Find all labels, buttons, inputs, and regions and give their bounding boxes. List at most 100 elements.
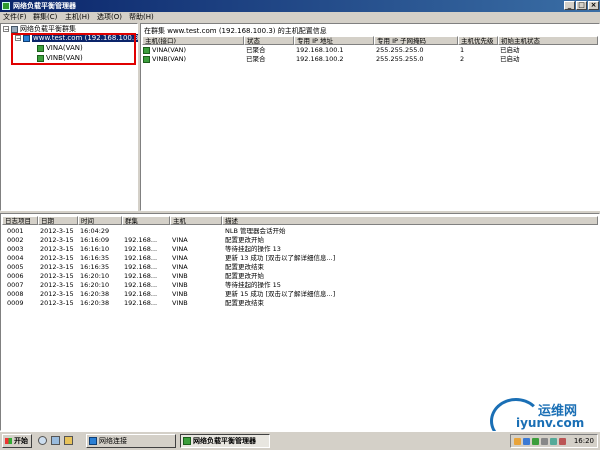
col-host-interface[interactable]: 主机(接口)	[142, 36, 244, 45]
status-cell: 已聚合	[246, 46, 266, 54]
log-date-cell: 2012-3-15	[40, 245, 74, 253]
log-time-cell: 16:20:10	[80, 272, 110, 280]
log-description-cell: 等待挂起的操作 13	[225, 245, 281, 253]
log-cluster-cell: 192.168...	[124, 272, 158, 280]
log-date-cell: 2012-3-15	[40, 281, 74, 289]
col-date[interactable]: 日期	[38, 216, 78, 225]
start-button[interactable]: 开始	[2, 434, 32, 448]
log-entry-cell: 0004	[7, 254, 24, 262]
maximize-button[interactable]: □	[576, 1, 587, 10]
log-host-cell: VINB	[172, 290, 188, 298]
host-config-pane[interactable]: 在群集 www.test.com (192.168.100.3) 的主机配置信息…	[140, 23, 600, 211]
task-network-connections[interactable]: 网络连接	[86, 434, 176, 448]
log-host-cell: VINB	[172, 272, 188, 280]
clock: 16:20	[573, 437, 594, 445]
red-highlight-box	[11, 33, 136, 65]
log-description-cell: 更新 13 成功 [双击以了解详细信息...]	[225, 254, 336, 262]
mask-cell: 255.255.255.0	[376, 46, 424, 54]
log-cluster-cell: 192.168...	[124, 281, 158, 289]
col-log-entry[interactable]: 日志项目	[2, 216, 38, 225]
log-cluster-cell: 192.168...	[124, 254, 158, 262]
nlb-root-icon	[11, 25, 18, 33]
log-description-cell: 配置更改开始	[225, 272, 264, 280]
priority-cell: 1	[460, 46, 465, 54]
alert-tray-icon[interactable]	[514, 438, 521, 445]
host-icon	[143, 56, 150, 63]
system-tray: 16:20	[510, 434, 598, 448]
log-entry-cell: 0001	[7, 227, 24, 235]
log-date-cell: 2012-3-15	[40, 254, 74, 262]
log-host-cell: VINA	[172, 254, 188, 262]
log-cluster-cell: 192.168...	[124, 299, 158, 307]
log-date-cell: 2012-3-15	[40, 290, 74, 298]
log-entry-cell: 0003	[7, 245, 24, 253]
tree-root[interactable]: − 网络负载平衡群集	[3, 25, 76, 33]
host-icon	[143, 47, 150, 54]
log-host-cell: VINA	[172, 245, 188, 253]
menu-help[interactable]: 帮助(H)	[129, 12, 154, 23]
minimize-button[interactable]: _	[564, 1, 575, 10]
log-date-cell: 2012-3-15	[40, 299, 74, 307]
initial-state-cell: 已启动	[500, 55, 520, 63]
log-entry-cell: 0008	[7, 290, 24, 298]
log-entry-cell: 0007	[7, 281, 24, 289]
log-entry-cell: 0006	[7, 272, 24, 280]
log-description-cell: NLB 管理器会话开始	[225, 227, 286, 235]
menu-bar: 文件(F) 群集(C) 主机(H) 选项(O) 帮助(H)	[0, 12, 600, 23]
log-cluster-cell: 192.168...	[124, 263, 158, 271]
nlb-app-icon	[183, 437, 191, 445]
menu-options[interactable]: 选项(O)	[97, 12, 122, 23]
col-priority[interactable]: 主机优先级	[458, 36, 498, 45]
log-description-cell: 配置更改结束	[225, 299, 264, 307]
menu-host[interactable]: 主机(H)	[65, 12, 90, 23]
log-host-cell: VINA	[172, 263, 188, 271]
menu-cluster[interactable]: 群集(C)	[33, 12, 57, 23]
ie-quicklaunch-icon[interactable]	[38, 436, 47, 445]
col-cluster[interactable]: 群集	[122, 216, 170, 225]
security-tray-icon[interactable]	[550, 438, 557, 445]
initial-state-cell: 已启动	[500, 46, 520, 54]
show-desktop-icon[interactable]	[51, 436, 60, 445]
log-cluster-cell: 192.168...	[124, 290, 158, 298]
host-cell[interactable]: VINA(VAN)	[152, 46, 186, 54]
log-date-cell: 2012-3-15	[40, 236, 74, 244]
explorer-quicklaunch-icon[interactable]	[64, 436, 73, 445]
host-pane-title: 在群集 www.test.com (192.168.100.3) 的主机配置信息	[144, 27, 327, 35]
log-cluster-cell: 192.168...	[124, 236, 158, 244]
network-tray-icon[interactable]	[523, 438, 530, 445]
log-date-cell: 2012-3-15	[40, 227, 74, 235]
task-label: 网络连接	[99, 437, 127, 445]
log-time-cell: 16:16:35	[80, 254, 110, 262]
close-button[interactable]: ×	[588, 1, 599, 10]
host-cell[interactable]: VINB(VAN)	[152, 55, 186, 63]
title-bar[interactable]: 网络负载平衡管理器 _ □ ×	[0, 0, 600, 12]
log-description-cell: 配置更改开始	[225, 236, 264, 244]
cluster-tree-pane[interactable]: − 网络负载平衡群集 − www.test.com (192.168.100.3) …	[0, 23, 143, 211]
col-time[interactable]: 时间	[78, 216, 122, 225]
log-description-cell: 更新 15 成功 [双击以了解详细信息...]	[225, 290, 336, 298]
task-nlb-manager[interactable]: 网络负载平衡管理器	[180, 434, 270, 448]
log-time-cell: 16:20:38	[80, 299, 110, 307]
log-cluster-cell: 192.168...	[124, 245, 158, 253]
col-subnet-mask[interactable]: 专用 IP 子网掩码	[374, 36, 458, 45]
start-label: 开始	[14, 437, 28, 445]
log-host-cell: VINB	[172, 281, 188, 289]
log-date-cell: 2012-3-15	[40, 263, 74, 271]
menu-file[interactable]: 文件(F)	[3, 12, 27, 23]
network-icon	[89, 437, 97, 445]
volume-tray-icon[interactable]	[541, 438, 548, 445]
col-description[interactable]: 描述	[222, 216, 598, 225]
log-host-cell: VINA	[172, 236, 188, 244]
priority-cell: 2	[460, 55, 465, 63]
col-host[interactable]: 主机	[170, 216, 222, 225]
collapse-icon[interactable]: −	[3, 26, 9, 33]
mask-cell: 255.255.255.0	[376, 55, 424, 63]
log-host-cell: VINB	[172, 299, 188, 307]
log-time-cell: 16:16:10	[80, 245, 110, 253]
log-time-cell: 16:20:10	[80, 281, 110, 289]
nlb-tray-icon[interactable]	[532, 438, 539, 445]
col-initial-state[interactable]: 初始主机状态	[498, 36, 598, 45]
col-status[interactable]: 状态	[244, 36, 294, 45]
update-tray-icon[interactable]	[559, 438, 566, 445]
col-dedicated-ip[interactable]: 专用 IP 地址	[294, 36, 374, 45]
